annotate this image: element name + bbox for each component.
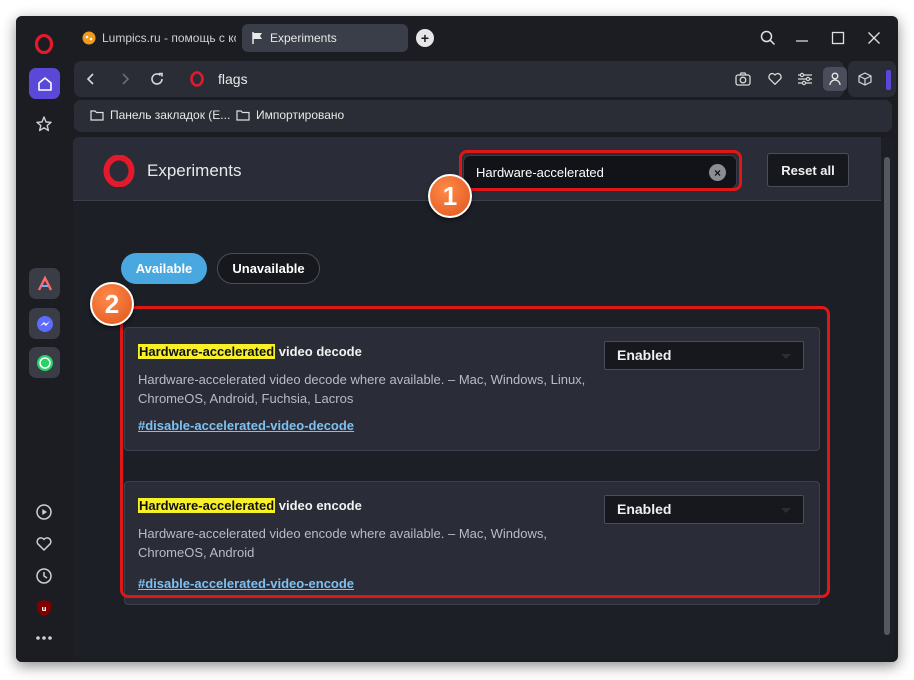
svg-text:u: u (42, 605, 47, 613)
heart-icon[interactable] (764, 68, 786, 90)
accent-bar (886, 70, 891, 90)
lumpics-favicon-icon (82, 31, 96, 45)
reset-all-button[interactable]: Reset all (767, 153, 849, 187)
opera-url-icon (186, 68, 208, 90)
reload-icon[interactable] (146, 68, 168, 90)
annotation-box-flags (120, 306, 830, 598)
annotation-box-search (459, 150, 742, 191)
forward-icon[interactable] (114, 68, 136, 90)
page-title: Experiments (147, 161, 242, 180)
annotation-badge-1: 1 (428, 174, 472, 218)
ublock-icon[interactable]: u (32, 596, 56, 620)
annotation-badge-2: 2 (90, 282, 134, 326)
opera-logo-icon[interactable] (32, 32, 56, 56)
tab-lumpics[interactable]: Lumpics.ru - помощь с ко (74, 24, 236, 52)
minimize-icon[interactable] (790, 26, 814, 50)
back-icon[interactable] (80, 68, 102, 90)
tab-experiments[interactable]: Experiments (242, 24, 408, 52)
camera-icon[interactable] (732, 68, 754, 90)
opera-logo-icon (103, 154, 135, 192)
home-icon[interactable] (29, 68, 60, 99)
tab-label: Experiments (270, 31, 337, 45)
player-icon[interactable] (32, 500, 56, 524)
extensions-area (848, 61, 896, 97)
profile-icon[interactable] (823, 67, 847, 91)
tab-label: Lumpics.ru - помощь с ко (102, 31, 236, 45)
heart-icon[interactable] (32, 532, 56, 556)
tab-unavailable[interactable]: Unavailable (217, 253, 320, 284)
sidebar: u (16, 16, 68, 662)
url-text[interactable]: flags (218, 71, 248, 87)
bookmark-label: Панель закладок (E... (110, 108, 231, 122)
bookmark-folder[interactable]: Панель закладок (E... (90, 108, 230, 122)
easy-setup-icon[interactable] (794, 68, 816, 90)
aria-icon[interactable] (29, 268, 60, 299)
folder-icon (236, 110, 250, 121)
tab-available[interactable]: Available (121, 253, 207, 284)
scrollbar[interactable] (884, 157, 890, 635)
cube-icon[interactable] (854, 68, 876, 90)
star-icon[interactable] (32, 112, 56, 136)
search-tabs-icon[interactable] (756, 26, 780, 50)
messenger-icon[interactable] (29, 308, 60, 339)
bookmark-label: Импортировано (256, 108, 345, 122)
close-icon[interactable] (862, 26, 886, 50)
more-icon[interactable] (32, 626, 56, 650)
flag-icon (250, 31, 264, 45)
history-icon[interactable] (32, 564, 56, 588)
address-bar: flags (74, 61, 847, 97)
whatsapp-icon[interactable] (29, 347, 60, 378)
maximize-icon[interactable] (826, 26, 850, 50)
bookmarks-bar: Панель закладок (E... Импортировано (74, 100, 892, 132)
new-tab-button[interactable]: + (416, 29, 434, 47)
bookmark-folder[interactable]: Импортировано (236, 108, 344, 122)
folder-icon (90, 110, 104, 121)
